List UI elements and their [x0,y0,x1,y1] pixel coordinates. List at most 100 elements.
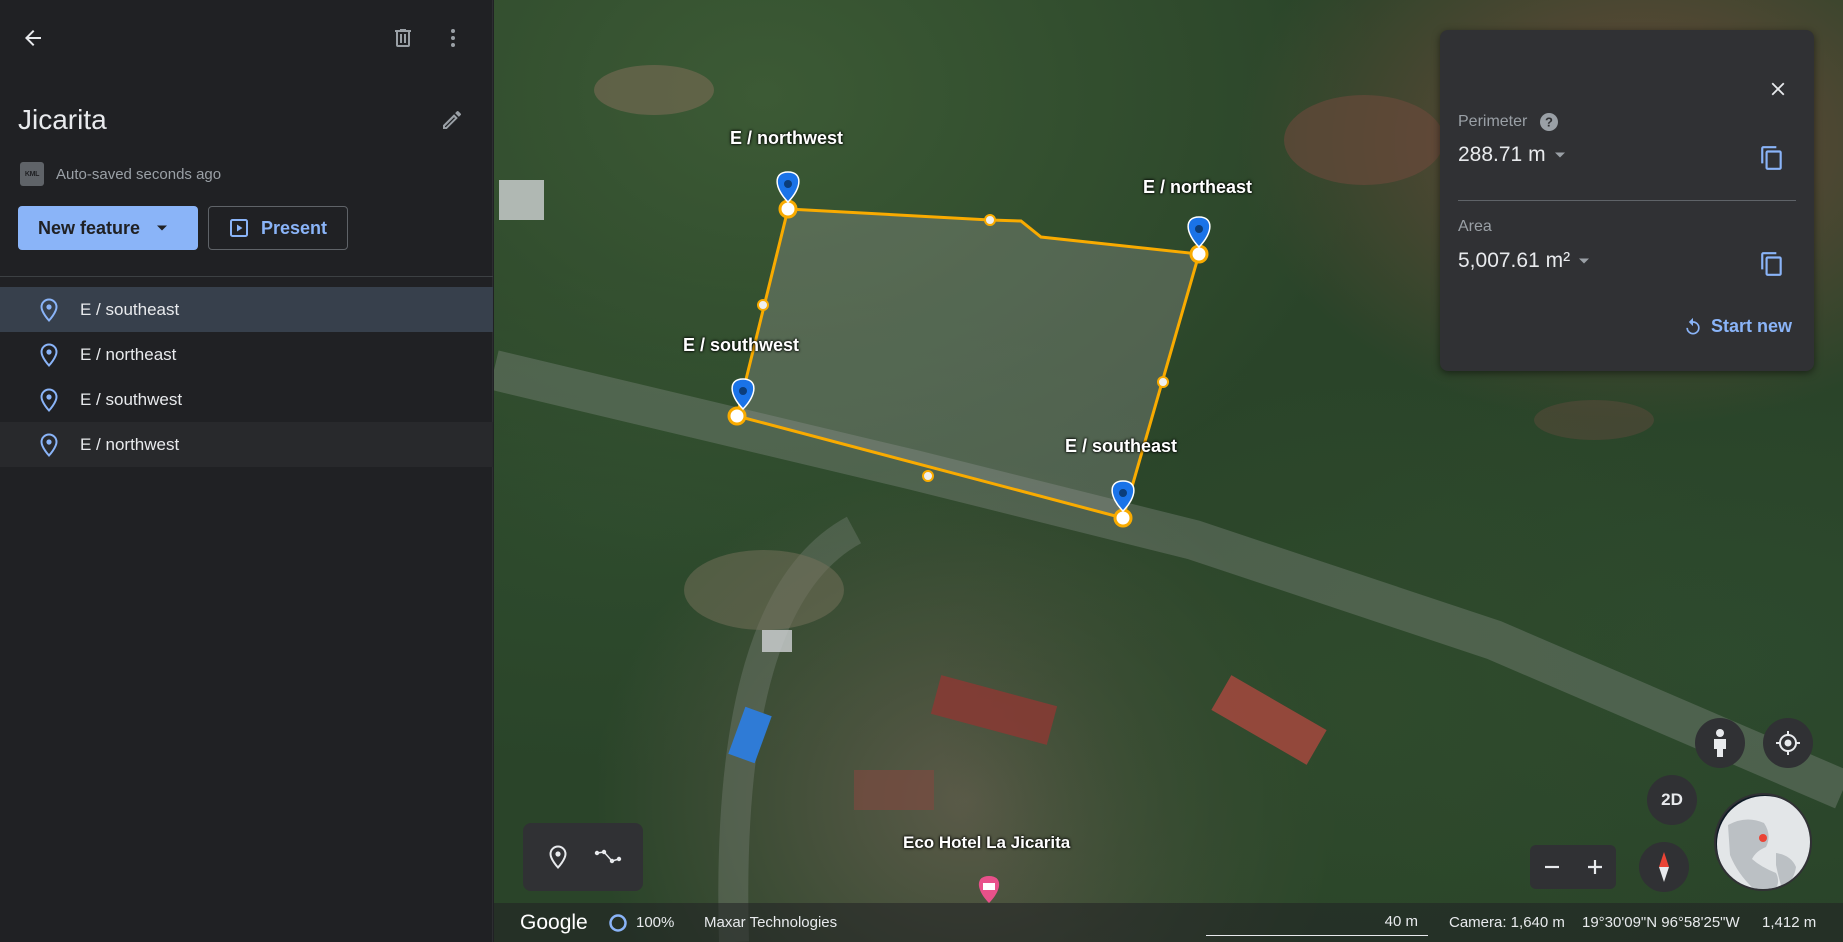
pegman-icon [1714,729,1726,757]
draw-path-button[interactable] [588,837,628,877]
clearing [594,65,714,115]
add-placemark-button[interactable] [538,837,578,877]
start-new-label: Start new [1710,316,1792,336]
loading-ring-icon [609,913,627,932]
feature-item-northwest[interactable]: E / northwest [0,422,493,467]
building-roof [930,675,1058,745]
feature-item-northeast[interactable]: E / northeast [0,332,493,377]
title-row: Jicarita [18,100,478,144]
measure-divider [1458,200,1796,201]
present-button[interactable]: Present [208,206,348,250]
map-label-northwest[interactable]: E / northwest [730,128,843,149]
area-value-dropdown[interactable]: 5,007.61 m² [1458,249,1590,273]
delete-button[interactable] [383,18,423,58]
status-bar: Google 100% Maxar Technologies 40 m Came… [494,903,1843,942]
area-value: 5,007.61 m² [1458,249,1571,272]
pin-marker-northeast [1187,216,1211,249]
pegman-street-view-button[interactable] [1695,718,1745,768]
zoom-out-button[interactable] [1530,845,1573,889]
map-label-poi[interactable]: Eco Hotel La Jicarita [903,833,1070,853]
copy-icon [1761,252,1782,276]
feature-label: E / northeast [80,344,177,364]
polygon-midpoint [757,299,769,311]
building-roof [499,180,544,220]
place-marker-icon [40,342,58,367]
sidebar-divider [0,276,493,277]
place-marker-icon [40,297,58,322]
place-marker-icon [40,432,58,457]
coordinates: 19°30'09"N 96°58'25"W [1582,914,1740,931]
dropdown-arrow-icon [1554,152,1565,158]
back-button[interactable] [13,18,53,58]
area-label: Area [1458,218,1492,235]
edit-title-button[interactable] [432,100,472,140]
map-label-southeast[interactable]: E / southeast [1065,436,1177,457]
my-location-button[interactable] [1763,718,1813,768]
arrow-back-icon [25,30,41,46]
imagery-attribution[interactable]: Maxar Technologies [704,903,837,942]
trash-icon [395,29,411,47]
feature-label: E / southwest [80,389,183,409]
plus-icon [1587,860,1602,874]
autosave-status: KML Auto-saved seconds ago [20,162,221,186]
place-marker-icon [549,845,567,869]
copy-area-button[interactable] [1752,244,1792,284]
feature-list: E / southeast E / northeast E / southwes… [0,287,493,467]
feature-item-southeast[interactable]: E / southeast [0,287,493,332]
svg-text:?: ? [1545,115,1553,130]
slideshow-icon [230,219,248,237]
drawing-tools [523,823,643,891]
load-percent: 100% [636,914,675,931]
feature-label: E / southeast [80,299,180,319]
sidebar: Jicarita KML Auto-saved seconds ago New … [0,0,493,942]
google-logo: Google [520,910,588,934]
my-location-icon [1776,731,1800,755]
view-mode-toggle[interactable]: 2D [1647,775,1697,825]
map-label-southwest[interactable]: E / southwest [683,335,799,356]
camera-altitude: Camera: 1,640 m [1449,914,1565,931]
zoom-in-button[interactable] [1573,845,1616,889]
polygon-midpoint [922,470,934,482]
dropdown-arrow-icon [1579,258,1590,264]
building-roof [762,630,792,652]
more-options-button[interactable] [433,18,473,58]
polygon-midpoint [984,214,996,226]
polyline-icon [594,849,622,864]
copy-icon [1761,146,1782,170]
polygon-vertex [1189,244,1209,264]
map-label-northeast[interactable]: E / northeast [1143,177,1252,198]
restart-icon [1686,317,1700,334]
feature-item-southwest[interactable]: E / southwest [0,377,493,422]
globe-minimap[interactable] [1714,793,1812,891]
help-icon[interactable]: ? [1539,112,1559,132]
copy-perimeter-button[interactable] [1752,138,1792,178]
autosave-text: Auto-saved seconds ago [56,165,222,183]
close-measure-button[interactable] [1758,69,1798,109]
project-title: Jicarita [18,104,107,135]
perimeter-header: Perimeter ? [1458,112,1559,132]
zoom-controls [1530,845,1616,889]
polygon-midpoint [1157,376,1169,388]
sidebar-top-bar [0,0,493,76]
clearing [1534,400,1654,440]
compass-icon [1659,852,1669,882]
place-marker-icon [40,387,58,412]
start-new-button[interactable]: Start new [1683,316,1792,337]
new-feature-button[interactable]: New feature [18,206,198,250]
clearing [684,550,844,630]
perimeter-value-dropdown[interactable]: 288.71 m [1458,143,1566,167]
pencil-icon [443,110,461,129]
scale-bar: 40 m [1206,908,1428,936]
building-roof [854,770,934,810]
polygon-vertex [1113,508,1133,528]
compass-button[interactable] [1639,842,1689,892]
scale-label: 40 m [1384,913,1418,930]
measure-panel: Perimeter ? 288.71 m Area 5,007.61 m² St… [1440,30,1814,371]
elevation: 1,412 m [1762,914,1817,931]
more-vert-icon [451,29,455,47]
globe-icon [1717,796,1810,889]
clearing [1284,95,1444,185]
feature-label: E / northwest [80,434,180,454]
load-progress: 100% [608,903,674,942]
hotel-poi-marker [978,876,1000,903]
